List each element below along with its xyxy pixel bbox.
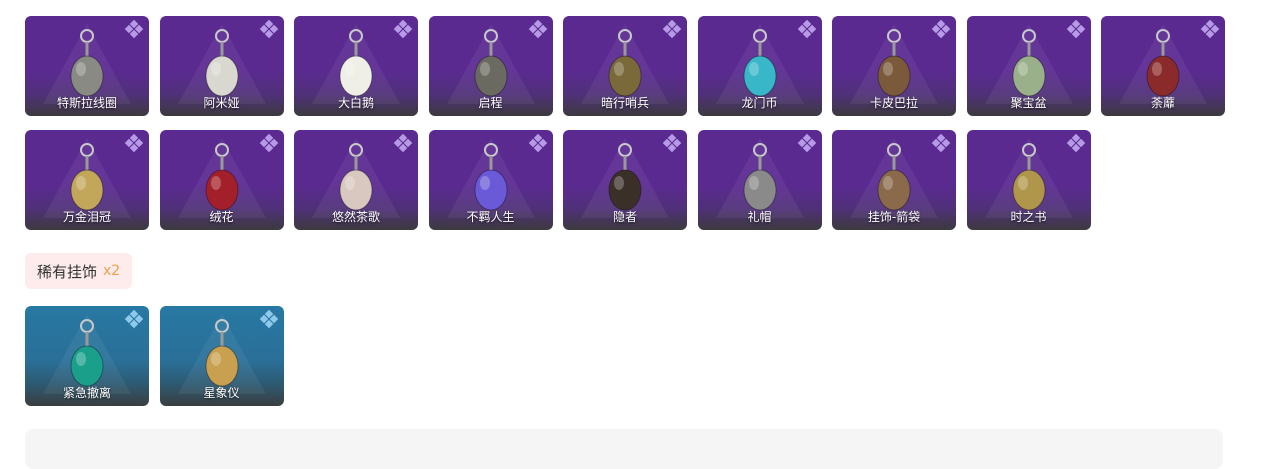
charm-card[interactable]: 卡皮巴拉 <box>832 16 956 116</box>
rare-section-count: x2 <box>103 263 121 279</box>
epic-rarity-icon <box>931 133 951 153</box>
quiver-charm-icon <box>877 143 911 211</box>
charm-name: 时之书 <box>1010 210 1047 224</box>
epic-rarity-icon <box>1066 133 1085 153</box>
epic-rarity-icon <box>124 19 144 39</box>
epic-rarity-icon <box>528 19 547 39</box>
charm-card[interactable]: 启程 <box>428 16 553 116</box>
tea-song-charm-icon <box>339 143 373 211</box>
charm-name: 绒花 <box>209 210 234 224</box>
tesla-coil-charm-icon <box>70 29 104 97</box>
charm-card[interactable]: 荼蘼 <box>1101 16 1225 116</box>
epic-rarity-icon <box>259 19 278 39</box>
lungmen-coin-charm-icon <box>743 29 776 97</box>
charm-card[interactable]: 绒花 <box>159 130 284 230</box>
top-hat-charm-icon <box>743 143 776 211</box>
bottom-panel <box>25 429 1223 469</box>
epic-rarity-icon <box>393 133 413 153</box>
amiya-charm-icon <box>205 29 238 97</box>
rare-rarity-icon <box>124 309 144 329</box>
charm-name: 聚宝盆 <box>1010 96 1047 110</box>
treasure-bowl-charm-icon <box>1012 29 1045 97</box>
charm-card[interactable]: 不羁人生 <box>428 130 553 230</box>
charm-name: 卡皮巴拉 <box>869 96 918 110</box>
white-goose-charm-icon <box>339 29 373 97</box>
charm-name: 不羁人生 <box>466 210 515 224</box>
charm-name: 特斯拉线圈 <box>56 96 117 110</box>
rare-section-label: 稀有挂饰 <box>37 262 98 281</box>
charm-name: 紧急撤离 <box>62 386 111 400</box>
rare-section-header: 稀有挂饰 x2 <box>25 253 133 289</box>
astrolabe-charm-icon <box>205 319 238 387</box>
charm-name: 龙门币 <box>741 96 778 110</box>
sneaker-charm-icon <box>474 143 507 211</box>
epic-rarity-icon <box>662 19 682 39</box>
charm-card[interactable]: 大白鹅 <box>294 16 418 116</box>
charm-card[interactable]: 万金泪冠 <box>25 130 149 230</box>
charm-card[interactable]: 紧急撤离 <box>25 306 149 406</box>
charm-card[interactable]: 特斯拉线圈 <box>25 16 149 116</box>
epic-rarity-icon <box>662 133 682 153</box>
charm-name: 启程 <box>478 96 503 110</box>
hermit-tarot-charm-icon <box>608 143 642 211</box>
charm-card[interactable]: 时之书 <box>966 130 1091 230</box>
charm-card[interactable]: 礼帽 <box>697 130 822 230</box>
epic-rarity-icon <box>124 133 144 153</box>
charm-card[interactable]: 龙门币 <box>697 16 822 116</box>
epic-charm-grid: 特斯拉线圈 阿米娅 大白鹅 启程 暗行哨兵 龙门币 卡皮巴拉 聚宝盆 荼蘼万金泪冠 绒花 悠然茶歌 不… <box>25 16 1225 230</box>
charm-card[interactable]: 星象仪 <box>159 306 284 406</box>
charm-name: 挂饰-箭袋 <box>867 210 921 224</box>
rare-charm-grid: 紧急撤离 星象仪 <box>25 306 1225 406</box>
charm-name: 星象仪 <box>203 386 240 400</box>
epic-rarity-icon <box>259 133 278 153</box>
charm-name: 大白鹅 <box>337 96 374 110</box>
charm-name: 隐者 <box>612 210 637 224</box>
shadow-sentinel-charm-icon <box>608 29 642 97</box>
capybara-charm-icon <box>877 29 911 97</box>
charm-card[interactable]: 聚宝盆 <box>966 16 1091 116</box>
epic-rarity-icon <box>528 133 547 153</box>
epic-rarity-icon <box>1200 19 1220 39</box>
charm-card[interactable]: 阿米娅 <box>159 16 284 116</box>
charm-card[interactable]: 悠然茶歌 <box>294 130 418 230</box>
charm-name: 阿米娅 <box>203 96 240 110</box>
book-of-time-charm-icon <box>1012 143 1045 211</box>
rare-rarity-icon <box>259 309 278 329</box>
epic-rarity-icon <box>1066 19 1085 39</box>
tear-crown-charm-icon <box>70 143 104 211</box>
epic-rarity-icon <box>931 19 951 39</box>
charm-name: 礼帽 <box>747 210 772 224</box>
charm-name: 万金泪冠 <box>62 210 111 224</box>
velvet-flower-charm-icon <box>205 143 238 211</box>
epic-rarity-icon <box>797 19 816 39</box>
charm-name: 悠然茶歌 <box>331 210 380 224</box>
departure-charm-icon <box>474 29 507 97</box>
charm-card[interactable]: 暗行哨兵 <box>563 16 687 116</box>
charm-name: 荼蘼 <box>1150 96 1175 110</box>
emergency-evac-charm-icon <box>70 319 104 387</box>
charm-card[interactable]: 隐者 <box>563 130 687 230</box>
charm-name: 暗行哨兵 <box>600 96 649 110</box>
charm-card[interactable]: 挂饰-箭袋 <box>832 130 956 230</box>
epic-rarity-icon <box>393 19 413 39</box>
epic-rarity-icon <box>797 133 816 153</box>
tumi-flower-charm-icon <box>1146 29 1180 97</box>
